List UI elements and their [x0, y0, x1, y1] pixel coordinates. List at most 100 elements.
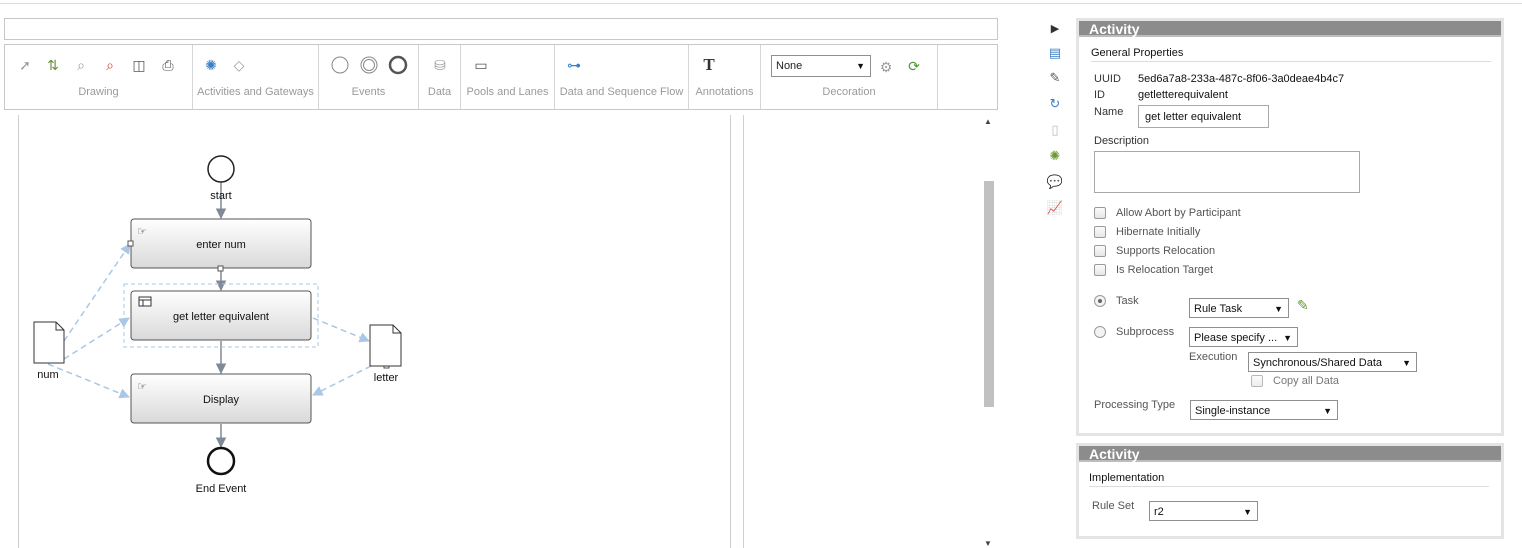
scroll-thumb[interactable] — [984, 181, 994, 407]
task-radio[interactable] — [1094, 295, 1106, 307]
group-drawing: ➚ ⇅ ⌕ ⌕ ◫ ⎙ Drawing — [5, 45, 193, 109]
decoration-select[interactable]: None ▼ — [771, 55, 871, 77]
layout-icon[interactable]: ⇅ — [43, 55, 63, 75]
end-event[interactable] — [206, 446, 236, 476]
wrench-icon[interactable]: ✎ — [1044, 68, 1066, 88]
processing-type-select[interactable]: Single-instance ▼ — [1190, 400, 1338, 420]
pointer-icon[interactable]: ➚ — [15, 55, 35, 75]
activity-properties-panel: Activity General Properties UUID 5ed6a7a… — [1076, 18, 1504, 436]
group-activities: ✺ ◇ Activities and Gateways — [193, 45, 319, 109]
data-association[interactable] — [312, 317, 370, 343]
chevron-down-icon: ▼ — [1283, 333, 1292, 343]
execution-value: Synchronous/Shared Data — [1253, 357, 1383, 369]
section-title: General Properties — [1091, 47, 1184, 59]
group-label: Annotations — [695, 86, 754, 98]
description-textarea[interactable] — [1094, 151, 1360, 193]
comment-icon[interactable]: 💬 — [1044, 172, 1066, 192]
task2-label: get letter equivalent — [173, 311, 269, 323]
diagram-canvas[interactable]: ☞ ☞ start enter num get letter equivalen… — [4, 115, 998, 548]
zoom-icon[interactable]: ⌕ — [71, 55, 91, 75]
group-data: ⛁ Data — [419, 45, 461, 109]
chevron-down-icon: ▼ — [1402, 358, 1411, 368]
task3-label: Display — [203, 394, 240, 406]
event-icons[interactable] — [330, 55, 410, 75]
palette-toolbar: ➚ ⇅ ⌕ ⌕ ◫ ⎙ Drawing ✺ ◇ Activities and G… — [4, 44, 998, 110]
group-label: Events — [351, 86, 386, 98]
hand-icon: ☞ — [137, 380, 147, 393]
edit-pencil-icon[interactable]: ✎ — [1297, 297, 1309, 314]
canvas-divider — [730, 115, 731, 548]
pool-icon[interactable]: ▭ — [471, 55, 491, 75]
allow-abort-label: Allow Abort by Participant — [1116, 207, 1241, 219]
task1-label: enter num — [196, 239, 246, 251]
copy-all-data-checkbox[interactable] — [1251, 375, 1263, 387]
data-association[interactable] — [312, 365, 372, 396]
text-annotation-icon[interactable]: T — [699, 55, 719, 75]
gateway-icon[interactable]: ◇ — [229, 55, 249, 75]
subprocess-select[interactable]: Please specify ... ▼ — [1189, 327, 1298, 347]
refresh-icon[interactable]: ⟳ — [904, 56, 924, 76]
diagram-title-bar[interactable] — [4, 18, 998, 40]
ruleset-value: r2 — [1154, 506, 1164, 518]
ruleset-label: Rule Set — [1092, 500, 1135, 512]
allow-abort-checkbox[interactable] — [1094, 207, 1106, 219]
supports-relocation-label: Supports Relocation — [1116, 245, 1216, 257]
zoom-fit-icon[interactable]: ⌕ — [100, 55, 120, 75]
data-object-num[interactable] — [33, 321, 65, 364]
task-type-select[interactable]: Rule Task ▼ — [1189, 298, 1289, 318]
description-label: Description — [1094, 135, 1150, 147]
data-association[interactable] — [47, 363, 130, 399]
data-store-icon[interactable]: ⛁ — [430, 55, 450, 75]
layout-panels-icon[interactable]: ◫ — [129, 55, 149, 75]
group-label: Decoration — [822, 86, 876, 98]
implementation-panel: Activity Implementation Rule Set r2 ▼ — [1076, 443, 1504, 539]
data-association[interactable] — [63, 243, 131, 342]
decoration-settings-icon[interactable]: ⚙ — [876, 57, 896, 77]
supports-relocation-checkbox[interactable] — [1094, 245, 1106, 257]
name-input[interactable]: get letter equivalent — [1138, 105, 1269, 128]
data-out-label: letter — [374, 372, 399, 384]
panel-title: Activity — [1079, 446, 1501, 462]
chevron-down-icon: ▼ — [856, 61, 865, 71]
collapse-arrow-icon[interactable]: ▶ — [1044, 18, 1066, 38]
execution-select[interactable]: Synchronous/Shared Data ▼ — [1248, 352, 1417, 372]
group-flow: ⊶ Data and Sequence Flow — [555, 45, 689, 109]
vertical-scrollbar[interactable]: ▲ ▼ — [982, 115, 996, 548]
data-in-label: num — [37, 369, 58, 381]
handle[interactable] — [217, 265, 224, 272]
chart-icon[interactable]: 📈 — [1044, 198, 1066, 218]
handle[interactable] — [127, 240, 134, 247]
hibernate-checkbox[interactable] — [1094, 226, 1106, 238]
section-divider — [1089, 486, 1489, 487]
scroll-up-icon[interactable]: ▲ — [984, 117, 992, 126]
list-icon[interactable]: ▤ — [1044, 43, 1066, 63]
name-label: Name — [1094, 106, 1124, 118]
ruleset-select[interactable]: r2 ▼ — [1149, 501, 1258, 521]
chevron-down-icon: ▼ — [1323, 406, 1332, 416]
canvas-divider — [743, 115, 744, 548]
id-value: getletterequivalent — [1138, 89, 1228, 101]
top-divider — [0, 3, 1522, 4]
task-radio-label: Task — [1116, 295, 1139, 307]
sequence-flow-icon[interactable]: ⊶ — [564, 55, 584, 75]
subprocess-value: Please specify ... — [1194, 332, 1278, 344]
subprocess-radio-label: Subprocess — [1116, 326, 1175, 338]
subprocess-radio[interactable] — [1094, 326, 1106, 338]
print-icon[interactable]: ⎙ — [158, 55, 178, 75]
data-association[interactable] — [63, 317, 130, 360]
panel-title: Activity — [1079, 21, 1501, 37]
relocation-target-checkbox[interactable] — [1094, 264, 1106, 276]
group-label: Drawing — [78, 86, 119, 98]
data-object-letter[interactable] — [369, 324, 402, 367]
document-icon[interactable]: ▯ — [1044, 120, 1066, 140]
loop-icon[interactable]: ↻ — [1044, 94, 1066, 114]
execution-label: Execution — [1189, 351, 1238, 363]
activity-gear-icon[interactable]: ✺ — [201, 55, 221, 75]
group-annotations: T Annotations — [689, 45, 761, 109]
uuid-value: 5ed6a7a8-233a-487c-8f06-3a0deae4b4c7 — [1138, 73, 1345, 85]
start-label: start — [210, 190, 231, 202]
gear-icon[interactable]: ✺ — [1044, 146, 1066, 166]
scroll-down-icon[interactable]: ▼ — [984, 539, 992, 548]
section-divider — [1091, 61, 1491, 62]
start-event[interactable] — [207, 155, 235, 183]
